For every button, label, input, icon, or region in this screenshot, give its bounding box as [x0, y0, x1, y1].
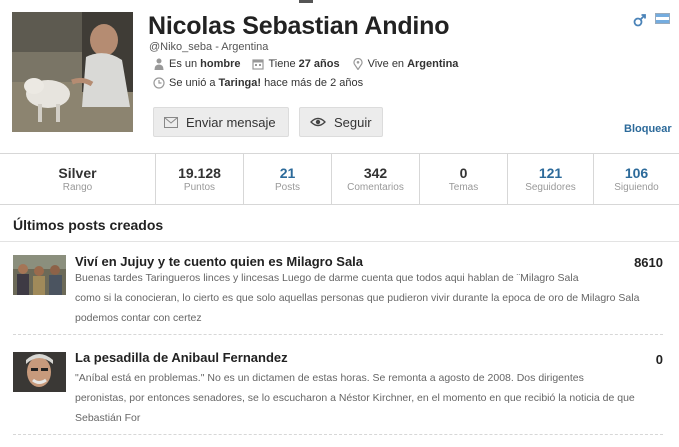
stat-label: Posts	[274, 182, 300, 193]
post-score: 0	[655, 352, 663, 367]
avatar[interactable]	[12, 12, 133, 132]
location-info: Vive en Argentina	[352, 58, 459, 70]
stat-label: Puntos	[183, 182, 216, 193]
stat-value: 342	[363, 165, 388, 181]
follow-label: Seguir	[334, 114, 372, 130]
joined-prefix: Se unió a	[169, 77, 216, 89]
post-excerpt-line: Buenas tardes Taringueros linces y lince…	[75, 272, 579, 284]
joined-info: Se unió a Taringa! hace más de 2 años	[153, 77, 363, 89]
age-prefix: Tiene	[268, 58, 296, 70]
argentina-flag-icon	[655, 13, 670, 24]
gender-icon	[154, 58, 164, 70]
location-pin-icon	[352, 58, 363, 70]
stat-seguidores[interactable]: 121 Seguidores	[508, 154, 594, 204]
stat-value: 19.128	[178, 165, 221, 181]
stat-label: Comentarios	[347, 182, 404, 193]
post-excerpt-line: "Aníbal está en problemas." No es un dic…	[75, 372, 584, 384]
joined-site: Taringa!	[218, 77, 262, 89]
stat-posts[interactable]: 21 Posts	[244, 154, 332, 204]
stat-temas[interactable]: 0 Temas	[420, 154, 508, 204]
stat-value: Silver	[58, 165, 97, 181]
posts-section-title: Últimos posts creados	[13, 217, 164, 233]
stat-label: Siguiendo	[614, 182, 659, 193]
send-message-button[interactable]: Enviar mensaje	[153, 107, 289, 137]
joined-suffix: hace más de 2 años	[264, 77, 364, 89]
post-excerpt-line: podemos contar con certez	[75, 312, 202, 324]
block-link[interactable]: Bloquear	[624, 123, 672, 135]
stat-rango[interactable]: Silver Rango	[0, 154, 156, 204]
post-excerpt-line: Sebastián For	[75, 412, 141, 424]
follow-button[interactable]: Seguir	[299, 107, 383, 137]
stat-value: 106	[624, 165, 649, 181]
post-thumbnail[interactable]	[13, 255, 66, 295]
gender-value: hombre	[200, 58, 241, 70]
stat-siguiendo[interactable]: 106 Siguiendo	[594, 154, 679, 204]
stat-value: 121	[538, 165, 563, 181]
stat-comentarios[interactable]: 342 Comentarios	[332, 154, 420, 204]
lives-prefix: Vive en	[367, 58, 405, 70]
age-info: Tiene 27 años	[252, 58, 340, 70]
gender-symbol-icon	[633, 14, 646, 27]
post-excerpt: Buenas tardes Taringueros linces y lince…	[75, 268, 665, 328]
profile-badges	[633, 13, 670, 27]
post-excerpt-line: peronistas, por entonces senadores, se l…	[75, 392, 635, 404]
section-divider	[0, 241, 679, 242]
post-excerpt-line: como si la conocieran, lo cierto es que …	[75, 292, 640, 304]
age-value: 27 años	[298, 58, 340, 70]
post-title[interactable]: Viví en Jujuy y te cuento quien es Milag…	[75, 254, 363, 269]
lives-value: Argentina	[407, 58, 459, 70]
stat-puntos[interactable]: 19.128 Puntos	[156, 154, 244, 204]
clock-icon	[153, 77, 165, 89]
send-message-label: Enviar mensaje	[186, 114, 276, 130]
stat-value: 0	[459, 165, 468, 181]
stat-value: 21	[279, 165, 296, 181]
gender-info: Es un hombre	[153, 58, 240, 70]
post-title[interactable]: La pesadilla de Anibaul Fernandez	[75, 350, 288, 365]
calendar-icon	[252, 59, 265, 70]
envelope-icon	[164, 116, 178, 128]
stats-bar: Silver Rango 19.128 Puntos 21 Posts 342 …	[0, 153, 679, 205]
post-divider	[13, 334, 663, 335]
profile-handle: @Niko_seba - Argentina	[149, 41, 269, 53]
profile-meta-row: Es un hombre Tiene 27 años Vive en Argentin…	[153, 58, 470, 70]
stat-label: Temas	[448, 182, 479, 193]
profile-name: Nicolas Sebastian Andino	[148, 12, 450, 40]
post-divider	[13, 434, 663, 435]
stat-label: Seguidores	[525, 182, 576, 193]
top-indicator	[299, 0, 313, 3]
stat-label: Rango	[62, 182, 93, 193]
gender-prefix: Es un	[169, 58, 198, 70]
post-excerpt: "Aníbal está en problemas." No es un dic…	[75, 368, 665, 428]
eye-icon	[310, 117, 326, 127]
post-thumbnail[interactable]	[13, 352, 66, 392]
